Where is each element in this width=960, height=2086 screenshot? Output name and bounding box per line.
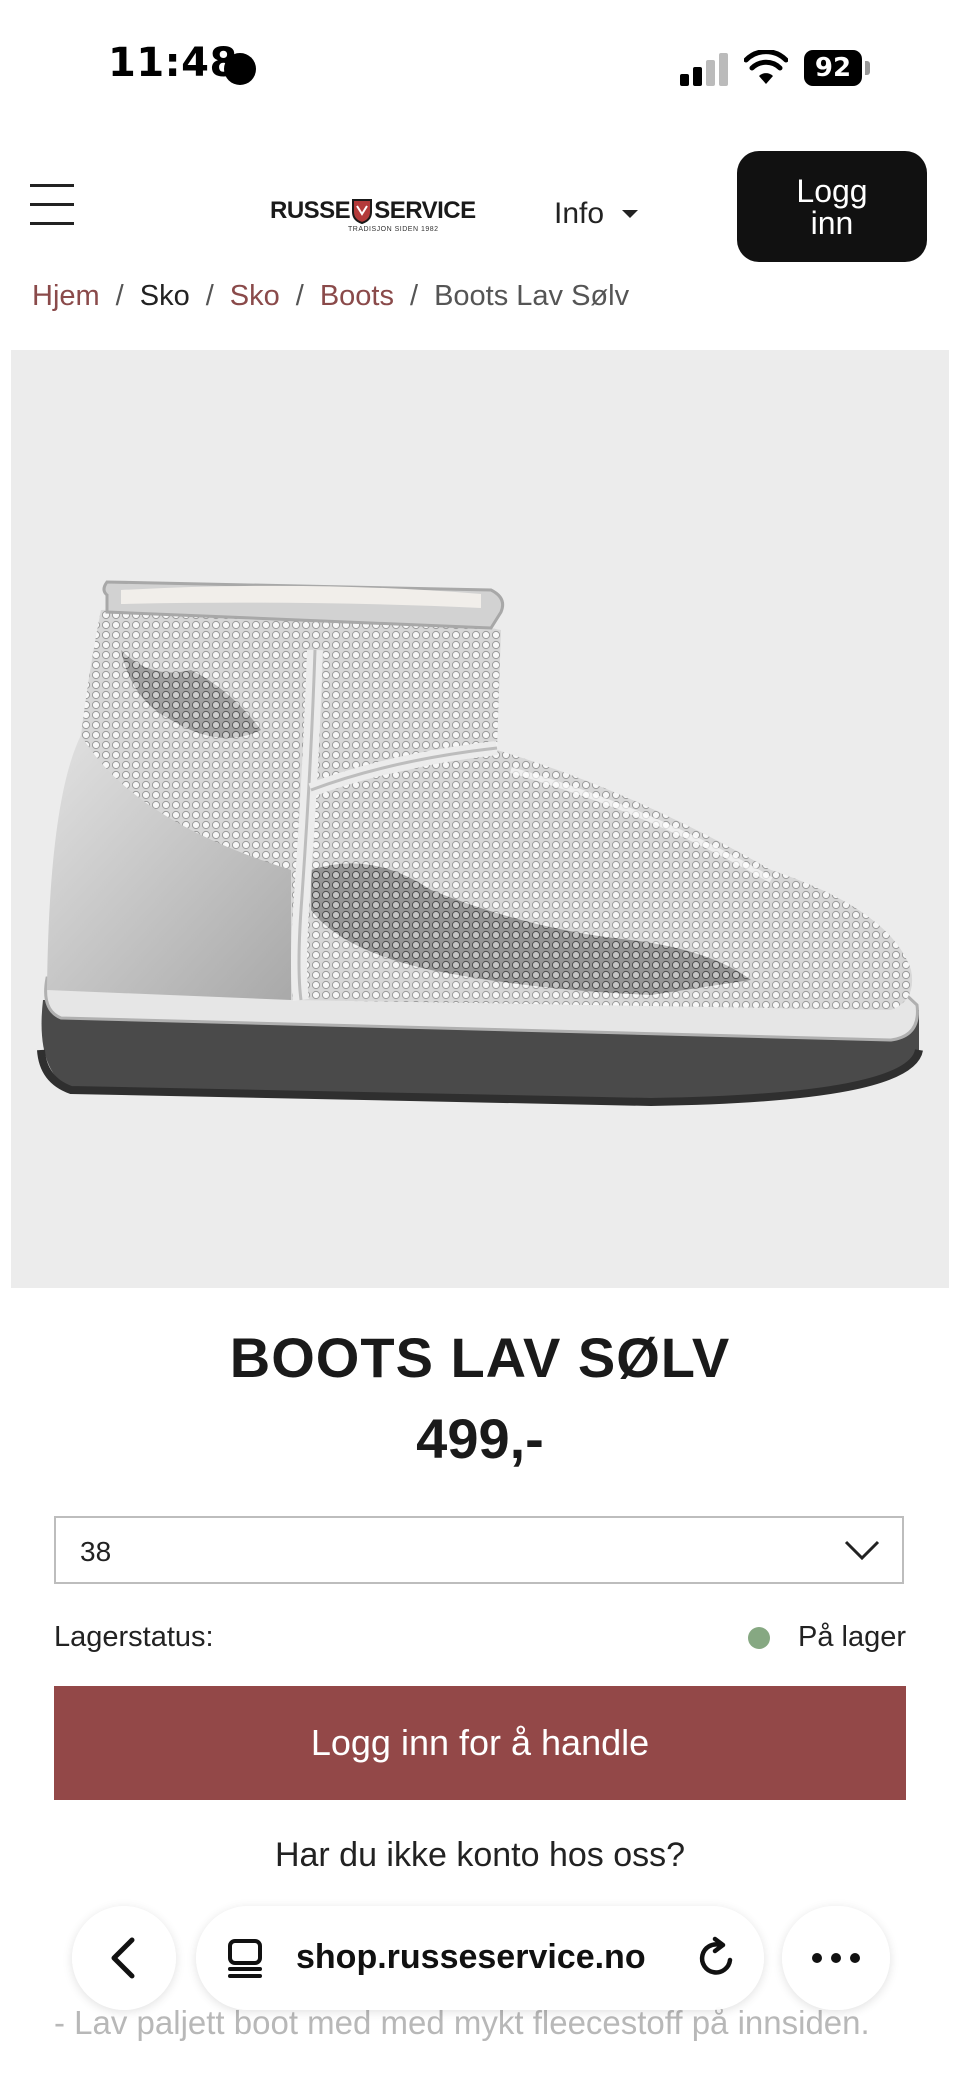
breadcrumb-separator: / xyxy=(295,280,304,312)
logo-tagline: TRADISJON SIDEN 1982 xyxy=(348,226,439,233)
product-title: BOOTS LAV SØLV xyxy=(229,1326,731,1389)
size-select[interactable]: 38 xyxy=(54,1516,904,1584)
stock-indicator-icon xyxy=(747,1626,770,1649)
product-price: 499,- xyxy=(416,1407,544,1470)
info-dropdown[interactable]: Info xyxy=(554,192,639,236)
status-time: 11:48 xyxy=(108,40,238,86)
breadcrumb-boots[interactable]: Boots xyxy=(320,280,394,313)
info-label: Info xyxy=(554,197,605,230)
stock-status-text: På lager xyxy=(797,1621,906,1653)
breadcrumb-current: Boots Lav Sølv xyxy=(434,280,630,312)
breadcrumb-sko[interactable]: Sko xyxy=(230,280,280,313)
caret-down-icon xyxy=(622,210,639,218)
breadcrumb: Hjem / Sko / Sko / Boots / Boots Lav Søl… xyxy=(32,280,629,313)
breadcrumb-separator: / xyxy=(410,280,419,312)
cellular-signal-icon xyxy=(680,52,728,86)
logo-text-left: RUSSE xyxy=(270,196,351,224)
russeservice-logo[interactable]: RUSSE SERVICE TRADISJON SIDEN 1982 xyxy=(270,196,476,244)
breadcrumb-home[interactable]: Hjem xyxy=(32,280,100,313)
breadcrumb-separator: / xyxy=(205,280,214,312)
recording-indicator-icon xyxy=(224,53,256,85)
login-to-buy-label: Logg inn for å handle xyxy=(310,1722,650,1763)
product-image[interactable] xyxy=(11,350,949,1288)
site-header: RUSSE SERVICE TRADISJON SIDEN 1982 Info … xyxy=(0,140,960,270)
more-icon xyxy=(812,1953,860,1963)
login-button-label: Logg inn xyxy=(796,172,868,241)
wifi-icon xyxy=(744,50,788,84)
silver-boot-illustration xyxy=(37,580,923,1107)
address-bar[interactable]: shop.russeservice.no xyxy=(196,1906,764,2010)
status-bar: 11:48 92 xyxy=(0,0,960,140)
battery-tip xyxy=(865,61,870,75)
logo-text-right: SERVICE xyxy=(374,196,476,224)
reload-icon[interactable] xyxy=(694,1936,738,1980)
size-select-value: 38 xyxy=(80,1536,112,1567)
hamburger-menu-icon[interactable] xyxy=(30,182,74,228)
url-text: shop.russeservice.no xyxy=(296,1938,646,1976)
stock-label: Lagerstatus: xyxy=(54,1621,214,1653)
more-options-button[interactable] xyxy=(782,1906,890,2010)
breadcrumb-sko-category: Sko xyxy=(139,280,190,312)
tabs-icon xyxy=(228,1939,262,1978)
breadcrumb-separator: / xyxy=(115,280,124,312)
browser-back-button[interactable] xyxy=(72,1906,176,2010)
chevron-down-icon xyxy=(844,1540,880,1561)
login-to-buy-button[interactable]: Logg inn for å handle xyxy=(54,1686,906,1800)
battery-level: 92 xyxy=(804,50,862,86)
no-account-link[interactable]: Har du ikke konto hos oss? xyxy=(0,1836,960,1875)
stock-status: På lager xyxy=(747,1621,906,1654)
login-button[interactable]: Logg inn xyxy=(737,151,927,262)
logo-shield-icon xyxy=(352,198,373,224)
chevron-left-icon xyxy=(111,1937,135,1979)
